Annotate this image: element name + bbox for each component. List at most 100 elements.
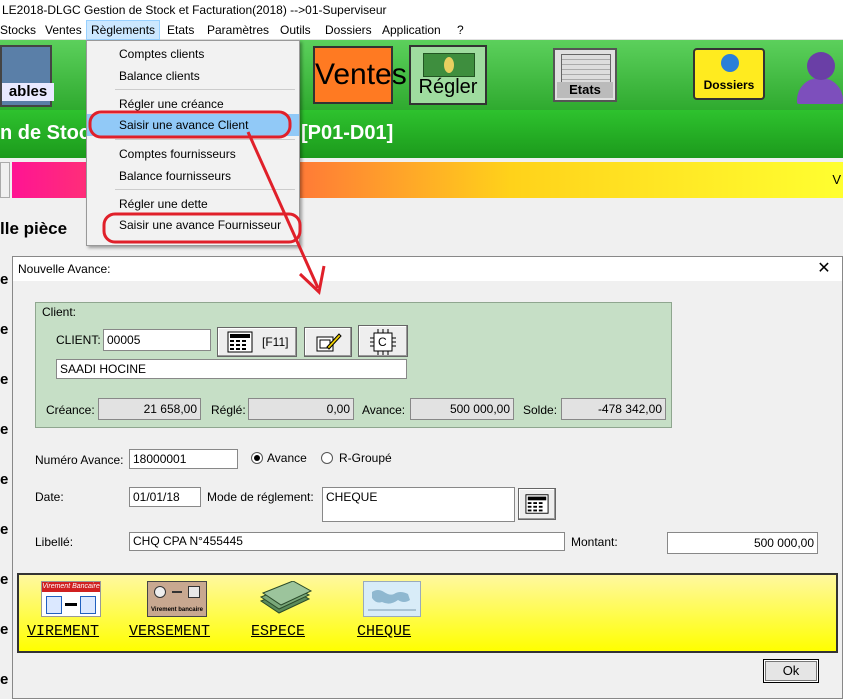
client-group: Client: CLIENT: 00005 [F11] C SAADI HOCI… bbox=[35, 302, 672, 428]
client-name-field: SAADI HOCINE bbox=[56, 359, 407, 379]
upload-arrow-icon bbox=[721, 54, 739, 72]
radio-avance-label: Avance bbox=[267, 451, 307, 465]
client-edit-button[interactable] bbox=[304, 327, 352, 357]
side-letter: e bbox=[0, 471, 9, 488]
regle-value: 0,00 bbox=[248, 398, 354, 420]
menu-saisir-avance-client[interactable]: Saisir une avance Client bbox=[87, 114, 299, 136]
solde-label: Solde: bbox=[523, 403, 558, 417]
menu-comptes-clients[interactable]: Comptes clients bbox=[87, 43, 299, 65]
side-letter: e bbox=[0, 271, 9, 288]
regle-label: Réglé: bbox=[211, 403, 246, 417]
montant-input[interactable]: 500 000,00 bbox=[667, 532, 818, 554]
payment-methods-band: Virement Bancaire VIREMENT Virement banc… bbox=[17, 573, 838, 653]
menu-dossiers[interactable]: Dossiers bbox=[321, 20, 376, 40]
menu-saisir-avance-fournisseur[interactable]: Saisir une avance Fournisseur bbox=[87, 214, 299, 236]
menu-comptes-fournisseurs[interactable]: Comptes fournisseurs bbox=[87, 143, 299, 165]
virement-link[interactable]: VIREMENT bbox=[27, 623, 99, 640]
band-left-text: n de Stoc bbox=[0, 122, 91, 144]
solde-value: -478 342,00 bbox=[561, 398, 666, 420]
toolbar-tables-label: ables bbox=[2, 83, 54, 101]
report-icon bbox=[561, 54, 611, 84]
mode-reglement-label: Mode de réglement: bbox=[207, 490, 314, 504]
cheque-link[interactable]: CHEQUE bbox=[357, 623, 411, 640]
client-code-input[interactable]: 00005 bbox=[103, 329, 211, 351]
f11-label: [F11] bbox=[262, 335, 289, 349]
menu-outils[interactable]: Outils bbox=[276, 20, 315, 40]
toolbar-dossiers-button[interactable]: Dossiers bbox=[693, 48, 765, 100]
ok-button[interactable]: Ok bbox=[763, 659, 819, 683]
virement-bancaire-icon[interactable]: Virement Bancaire bbox=[41, 581, 101, 617]
window-title: LE2018-DLGC Gestion de Stock et Facturat… bbox=[0, 0, 843, 20]
avance-label: Avance: bbox=[362, 403, 406, 417]
cash-stack-icon bbox=[259, 580, 313, 614]
calculator-icon bbox=[227, 331, 253, 353]
nouvelle-avance-dialog: Nouvelle Avance: ✕ Client: CLIENT: 00005… bbox=[12, 256, 843, 699]
side-letter: e bbox=[0, 421, 9, 438]
side-letter: e bbox=[0, 621, 9, 638]
calculator-icon bbox=[525, 494, 549, 514]
radio-groupe[interactable] bbox=[321, 452, 333, 464]
side-letter: e bbox=[0, 321, 9, 338]
side-letter: e bbox=[0, 671, 9, 688]
side-letter: e bbox=[0, 571, 9, 588]
numero-avance-label: Numéro Avance: bbox=[35, 453, 124, 467]
strip-right-char: V bbox=[832, 172, 841, 187]
strip-left-button[interactable] bbox=[0, 162, 10, 198]
dialog-title: Nouvelle Avance: bbox=[13, 257, 842, 281]
chip-c-label: C bbox=[378, 335, 387, 349]
espece-link[interactable]: ESPECE bbox=[251, 623, 305, 640]
menu-regler-dette[interactable]: Régler une dette bbox=[87, 193, 299, 215]
cheque-icon[interactable] bbox=[363, 581, 421, 617]
side-letter: e bbox=[0, 521, 9, 538]
numero-avance-input[interactable]: 18000001 bbox=[129, 449, 238, 469]
toolbar-tables-button[interactable]: ables bbox=[0, 45, 54, 107]
creance-value: 21 658,00 bbox=[98, 398, 201, 420]
virement-icon-text: Virement Bancaire bbox=[42, 582, 100, 592]
menu-help[interactable]: ? bbox=[453, 20, 468, 40]
menu-reglements[interactable]: Règlements bbox=[86, 20, 161, 40]
radio-groupe-label: R-Groupé bbox=[339, 451, 392, 465]
money-icon bbox=[423, 53, 475, 77]
date-input[interactable]: 01/01/18 bbox=[129, 487, 201, 507]
menu-balance-clients[interactable]: Balance clients bbox=[87, 65, 299, 87]
toolbar-regler-button[interactable]: Régler bbox=[409, 45, 487, 105]
mode-reglement-lookup-button[interactable] bbox=[518, 488, 556, 520]
menu-regler-creance[interactable]: Régler une créance bbox=[87, 93, 299, 115]
close-icon[interactable]: ✕ bbox=[814, 259, 834, 279]
mode-reglement-field[interactable]: CHEQUE bbox=[322, 487, 515, 522]
avance-value: 500 000,00 bbox=[410, 398, 514, 420]
reglements-dropdown: Comptes clients Balance clients Régler u… bbox=[86, 40, 300, 246]
edit-pencil-icon bbox=[316, 333, 342, 352]
side-letter: e bbox=[0, 371, 9, 388]
toolbar-user-button[interactable] bbox=[795, 44, 843, 108]
client-legend: Client: bbox=[42, 305, 77, 319]
cash-icon[interactable] bbox=[257, 580, 313, 617]
menu-stocks[interactable]: Stocks bbox=[0, 20, 40, 40]
menu-application[interactable]: Application bbox=[378, 20, 445, 40]
radio-avance[interactable] bbox=[251, 452, 263, 464]
menu-ventes[interactable]: Ventes bbox=[41, 20, 86, 40]
client-card-button[interactable]: C bbox=[358, 325, 408, 357]
toolbar-regler-label: Régler bbox=[418, 76, 478, 98]
band-right-text: [P01-D01] bbox=[301, 122, 394, 144]
user-icon bbox=[797, 78, 843, 104]
toolbar-etats-button[interactable]: Etats bbox=[553, 48, 617, 102]
client-search-button[interactable]: [F11] bbox=[217, 327, 297, 357]
client-code-label: CLIENT: bbox=[56, 333, 101, 347]
versement-icon[interactable]: Virement bancaire bbox=[147, 581, 207, 617]
menu-bar: Stocks Ventes Règlements Etats Paramètre… bbox=[0, 20, 843, 40]
creance-label: Créance: bbox=[46, 403, 95, 417]
versement-link[interactable]: VERSEMENT bbox=[129, 623, 210, 640]
versement-icon-text: Virement bancaire bbox=[151, 607, 203, 613]
menu-balance-fournisseurs[interactable]: Balance fournisseurs bbox=[87, 165, 299, 187]
user-head-icon bbox=[807, 52, 835, 80]
world-map-icon bbox=[368, 590, 416, 611]
menu-parametres[interactable]: Paramètres bbox=[203, 20, 273, 40]
montant-label: Montant: bbox=[571, 535, 618, 549]
toolbar-ventes-button[interactable]: Ventes bbox=[313, 46, 407, 104]
libelle-input[interactable]: CHQ CPA N°455445 bbox=[129, 532, 565, 551]
toolbar-etats-label: Etats bbox=[557, 82, 613, 98]
date-label: Date: bbox=[35, 490, 64, 504]
toolbar-dossiers-label: Dossiers bbox=[703, 78, 755, 92]
menu-etats[interactable]: Etats bbox=[163, 20, 198, 40]
